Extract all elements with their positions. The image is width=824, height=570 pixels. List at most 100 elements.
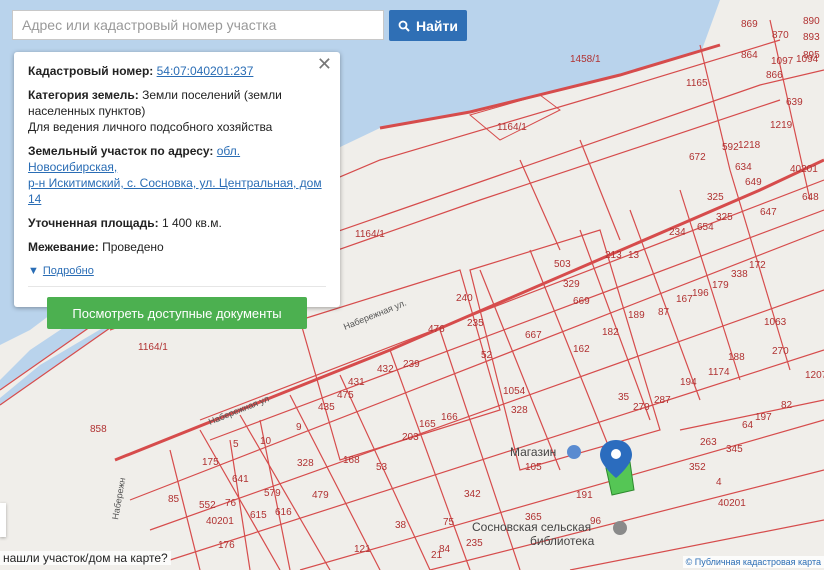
parcel-number-label: 432 [377, 364, 394, 375]
parcel-number-label: 188 [728, 352, 745, 363]
parcel-number-label: 235 [467, 318, 484, 329]
parcel-number-label: 1164/1 [138, 342, 168, 353]
parcel-number-label: 11 [0, 0, 11, 3]
parcel-number-label: 1097 [771, 56, 794, 67]
parcel-number-label: 53 [376, 462, 388, 473]
parcel-number-label: 203 [402, 432, 419, 443]
map-attribution[interactable]: © Публичная кадастровая карта [682, 556, 824, 568]
poi-name-label[interactable]: Магазин [510, 445, 556, 459]
land-category-row: Категория земель: Земли поселений (земли… [28, 87, 326, 135]
parcel-number-label: 279 [633, 402, 650, 413]
parcel-number-label: 325 [707, 192, 724, 203]
map-side-control[interactable] [0, 503, 6, 537]
parcel-number-label: 9 [296, 422, 302, 433]
street-name-label: Набережная ул. [342, 298, 408, 332]
close-icon[interactable]: ✕ [317, 55, 332, 73]
parcel-number-label: 40201 [790, 164, 818, 175]
parcel-number-label: 639 [786, 97, 803, 108]
cadastral-number-label: Кадастровый номер: [28, 64, 154, 78]
parcel-number-label: 40201 [206, 516, 234, 527]
divider [28, 286, 326, 287]
not-found-prompt[interactable]: нашли участок/дом на карте? [0, 551, 171, 565]
view-documents-button[interactable]: Посмотреть доступные документы [47, 297, 307, 329]
parcel-number-label: 182 [602, 327, 619, 338]
parcel-number-label: 1458/1 [570, 54, 601, 65]
parcel-number-label: 75 [443, 517, 455, 528]
parcel-number-label: 240 [456, 293, 473, 304]
street-name-label: Набережн [110, 477, 127, 521]
parcel-number-label: 435 [318, 402, 335, 413]
parcel-number-label: 476 [428, 324, 445, 335]
parcel-number-label: 196 [692, 288, 709, 299]
parcel-number-label: 165 [419, 419, 436, 430]
survey-label: Межевание: [28, 240, 99, 254]
parcel-number-label: 121 [354, 544, 371, 555]
search-button-label: Найти [416, 17, 458, 34]
parcel-number-label: 1218 [738, 140, 761, 151]
search-input[interactable] [12, 10, 384, 40]
parcel-number-label: 870 [772, 30, 789, 41]
parcel-number-label: 1164/1 [355, 229, 385, 240]
parcel-number-label: 172 [749, 260, 766, 271]
parcel-number-label: 194 [680, 377, 697, 388]
address-label: Земельный участок по адресу: [28, 144, 214, 158]
parcel-number-label: 475 [337, 390, 354, 401]
parcel-number-label: 895 [803, 50, 820, 61]
parcel-number-label: 1063 [764, 317, 787, 328]
parcel-number-label: 616 [275, 507, 292, 518]
parcel-number-label: 176 [218, 540, 235, 551]
library-poi-icon [613, 521, 627, 535]
parcel-number-label: 345 [726, 444, 743, 455]
search-button[interactable]: Найти [389, 10, 467, 41]
area-row: Уточненная площадь: 1 400 кв.м. [28, 215, 326, 231]
address-row: Земельный участок по адресу: обл. Новоси… [28, 143, 326, 207]
parcel-number-label: 641 [232, 474, 249, 485]
parcel-number-label: 213 [605, 250, 622, 261]
cadastral-number-row: Кадастровый номер: 54:07:040201:237 [28, 63, 326, 79]
survey-row: Межевание: Проведено [28, 239, 326, 255]
land-usage: Для ведения личного подсобного хозяйства [28, 120, 273, 134]
parcel-number-label: 328 [297, 458, 314, 469]
parcel-number-label: 168 [343, 455, 360, 466]
area-label: Уточненная площадь: [28, 216, 159, 230]
cadastral-number-link[interactable]: 54:07:040201:237 [157, 64, 254, 78]
parcel-number-label: 869 [741, 19, 758, 30]
parcel-number-label: 342 [464, 489, 481, 500]
parcel-number-label: 270 [772, 346, 789, 357]
parcel-number-label: 649 [745, 177, 762, 188]
parcel-number-label: 82 [781, 400, 793, 411]
parcel-number-label: 40201 [718, 498, 746, 509]
survey-value: Проведено [102, 240, 164, 254]
parcel-number-label: 35 [618, 392, 630, 403]
address-link-line2[interactable]: р-н Искитимский, с. Сосновка, ул. Центра… [28, 176, 322, 206]
poi-name-label[interactable]: Сосновская сельская библиотека [472, 520, 595, 548]
parcel-number-label: 287 [654, 395, 671, 406]
parcel-number-label: 890 [803, 16, 820, 27]
parcel-number-label: 13 [628, 250, 640, 261]
area-value: 1 400 кв.м. [161, 216, 222, 230]
parcel-number-label: 105 [525, 462, 542, 473]
details-toggle[interactable]: ▼ Подробно [28, 263, 326, 279]
parcel-number-label: 189 [628, 310, 645, 321]
parcel-number-label: 5 [233, 439, 239, 450]
parcel-number-label: 634 [735, 162, 752, 173]
parcel-number-label: 503 [554, 259, 571, 270]
parcel-number-label: 4 [716, 477, 722, 488]
parcel-number-label: 263 [700, 437, 717, 448]
parcel-number-label: 64 [742, 420, 754, 431]
parcel-number-label: 866 [766, 70, 783, 81]
parcel-number-label: 1207 [805, 370, 824, 381]
parcel-number-label: 167 [676, 294, 693, 305]
parcel-number-label: 552 [199, 500, 216, 511]
parcel-number-label: 10 [260, 436, 272, 447]
parcel-number-label: 76 [225, 498, 237, 509]
parcel-number-label: 191 [576, 490, 593, 501]
parcel-number-label: 325 [716, 212, 733, 223]
parcel-number-label: 592 [722, 142, 739, 153]
details-link[interactable]: Подробно [43, 263, 94, 279]
search-icon [398, 20, 410, 32]
parcel-number-label: 669 [573, 296, 590, 307]
parcel-number-label: 96 [590, 516, 602, 527]
parcel-number-label: 579 [264, 488, 281, 499]
parcel-number-label: 329 [563, 279, 580, 290]
